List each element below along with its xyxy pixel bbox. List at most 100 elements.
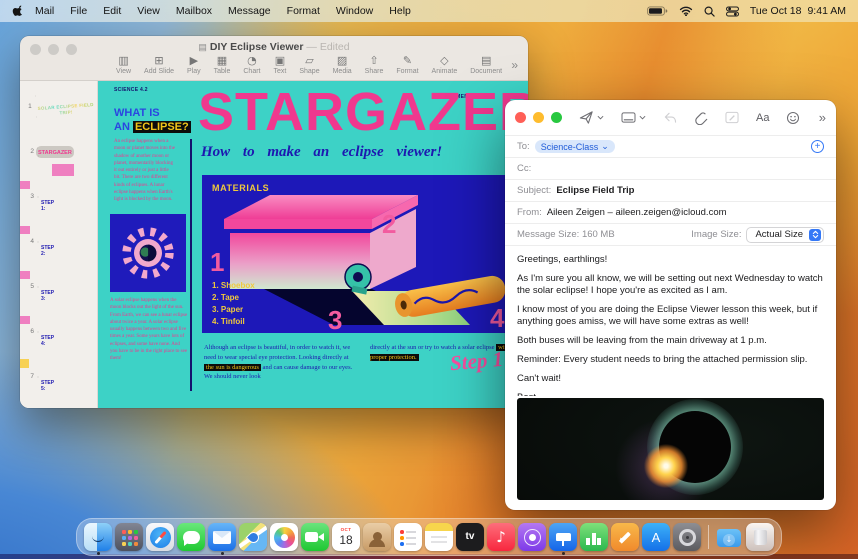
keynote-toolbar-button[interactable]: ◇ Animate <box>432 54 458 75</box>
dock-safari[interactable] <box>146 523 174 551</box>
materials-panel[interactable]: MATERIALS 1 2 3 4 1. Shoebox 2. Tape 3. … <box>202 175 524 333</box>
what-is-headline[interactable]: WHAT IS AN ECLIPSE? <box>114 107 191 135</box>
slide-thumbnail[interactable]: SOLAR ECLIPSE FIELD TRIP! <box>35 96 95 117</box>
dock-tv[interactable]: tv <box>456 523 484 551</box>
dock-photos[interactable] <box>270 523 298 551</box>
markup-button[interactable] <box>725 111 739 124</box>
keynote-toolbar-button[interactable]: ▶ Play <box>187 54 201 75</box>
add-recipient-button[interactable]: + <box>811 140 824 153</box>
menu-item[interactable]: Mailbox <box>176 5 212 17</box>
step-1-annotation[interactable]: Step 1 <box>449 347 504 377</box>
dock-reminders[interactable] <box>394 523 422 551</box>
header-fields-button[interactable] <box>621 111 646 124</box>
slide-title[interactable]: STARGAZER <box>198 85 528 139</box>
slide-thumbnail[interactable]: STARGAZER <box>38 147 72 156</box>
menu-item[interactable]: Help <box>389 5 411 17</box>
keynote-titlebar[interactable]: ▤ DIY Eclipse Viewer — Edited ▥ View ⊞ Ad… <box>20 36 528 81</box>
to-recipient-token[interactable]: Science-Class ⌄ <box>534 140 615 153</box>
materials-list-item: 3. Paper <box>212 305 244 314</box>
keynote-window[interactable]: ▤ DIY Eclipse Viewer — Edited ▥ View ⊞ Ad… <box>20 36 528 408</box>
eclipse-paragraph-2[interactable]: A solar eclipse happens when the moon bl… <box>110 297 188 362</box>
menu-clock[interactable]: Tue Oct 18 9:41 AM <box>750 5 846 17</box>
dock-calendar[interactable]: OCT 18 <box>332 523 360 551</box>
slide-canvas[interactable]: SCIENCE 4.2 EXPERIMENT #11 WHAT IS AN EC… <box>98 81 528 408</box>
dock-downloads[interactable] <box>715 523 743 551</box>
message-paragraph: As I'm sure you all know, we will be set… <box>517 272 823 296</box>
status-area: Tue Oct 18 9:41 AM <box>647 5 846 17</box>
dock-trash[interactable] <box>746 523 774 551</box>
toolbar-overflow-icon[interactable]: » <box>819 110 826 125</box>
from-field[interactable]: From: Aileen Zeigen – aileen.zeigen@iclo… <box>505 201 836 223</box>
reply-button[interactable] <box>663 111 677 124</box>
format-fonts-button[interactable]: Aa <box>756 112 769 124</box>
dock-keynote[interactable] <box>549 523 577 551</box>
dock-launchpad[interactable] <box>115 523 143 551</box>
keynote-toolbar-button[interactable]: ✎ Format <box>396 54 418 75</box>
dock-notes[interactable] <box>425 523 453 551</box>
keynote-toolbar-button[interactable]: ▱ Shape <box>299 54 319 75</box>
menu-item[interactable]: Window <box>336 5 373 17</box>
emoji-button[interactable] <box>786 111 800 125</box>
zoom-button[interactable] <box>551 112 562 123</box>
attach-button[interactable] <box>694 111 708 125</box>
dock-podcasts[interactable] <box>518 523 546 551</box>
slide-number: 2 <box>30 148 34 155</box>
keynote-toolbar-button[interactable]: ▥ View <box>116 54 131 75</box>
wifi-icon[interactable] <box>679 6 693 16</box>
keynote-toolbar-button[interactable]: ▨ Media <box>333 54 352 75</box>
keynote-toolbar-button[interactable]: ▣ Text <box>274 54 287 75</box>
mail-compose-window[interactable]: Aa » To: Science-Class ⌄ + Cc: Subject: E… <box>505 100 836 510</box>
dock-appstore[interactable]: A <box>642 523 670 551</box>
menu-item[interactable]: View <box>137 5 160 17</box>
dock-facetime[interactable] <box>301 523 329 551</box>
close-button[interactable] <box>515 112 526 123</box>
keynote-toolbar-button[interactable]: ⊞ Add Slide <box>144 54 174 75</box>
dock-messages[interactable] <box>177 523 205 551</box>
message-body[interactable]: Greetings, earthlings! As I'm sure you al… <box>505 245 836 396</box>
menu-item[interactable]: Format <box>287 5 320 17</box>
dock-settings[interactable] <box>673 523 701 551</box>
message-paragraph: Reminder: Every student needs to bring t… <box>517 353 808 365</box>
eclipse-highlight: ECLIPSE? <box>132 120 191 133</box>
message-paragraph: Can't wait! <box>517 372 562 384</box>
dock-numbers[interactable] <box>580 523 608 551</box>
dock-finder[interactable] <box>84 523 112 551</box>
sun-illustration[interactable] <box>110 214 186 292</box>
to-field[interactable]: To: Science-Class ⌄ + <box>505 135 836 157</box>
minimize-button[interactable] <box>533 112 544 123</box>
attachment-eclipse-photo[interactable] <box>517 398 824 500</box>
toolbar-overflow-icon[interactable]: » <box>511 58 518 72</box>
slide-thumbnail-row: 7 STEP 5: <box>20 354 97 399</box>
toolbar-icon: ✎ <box>402 54 413 67</box>
menu-item[interactable]: Edit <box>103 5 121 17</box>
menu-item[interactable]: Mail <box>35 5 54 17</box>
image-size-select[interactable]: Actual Size <box>746 226 824 243</box>
battery-icon[interactable] <box>647 6 668 16</box>
keynote-body: 1 SOLAR ECLIPSE FIELD TRIP! 2 STARGAZER <box>20 81 528 408</box>
dock-maps[interactable] <box>239 523 267 551</box>
apple-menu-icon[interactable] <box>12 3 23 19</box>
slide-subtitle[interactable]: How to make an eclipse viewer! <box>201 144 442 161</box>
dock-music[interactable] <box>487 523 515 551</box>
control-center-icon[interactable] <box>725 5 739 17</box>
dock-divider[interactable] <box>704 523 712 551</box>
dock-pages[interactable] <box>611 523 639 551</box>
menu-bar: Mail File Edit View Mailbox Message Format Wind… <box>0 0 858 22</box>
send-button[interactable] <box>579 110 604 125</box>
keynote-toolbar-button[interactable]: ▤ Document <box>470 54 502 75</box>
eclipse-paragraph-1[interactable]: An eclipse happens when a moon or planet… <box>114 138 176 203</box>
course-label[interactable]: SCIENCE 4.2 <box>114 87 148 93</box>
running-indicator <box>561 552 565 555</box>
subject-field[interactable]: Subject: Eclipse Field Trip <box>505 179 836 201</box>
keynote-toolbar-button[interactable]: ⇧ Share <box>365 54 384 75</box>
message-paragraph: Greetings, earthlings! <box>517 254 608 265</box>
menu-item[interactable]: Message <box>228 5 271 17</box>
cc-field[interactable]: Cc: <box>505 157 836 179</box>
dock-contacts[interactable] <box>363 523 391 551</box>
keynote-toolbar-button[interactable]: ▦ Table <box>214 54 231 75</box>
search-icon[interactable] <box>704 6 715 17</box>
keynote-toolbar-button[interactable]: ◔ Chart <box>243 54 260 75</box>
warning-text-left[interactable]: Although an eclipse is beautiful, in ord… <box>204 343 356 382</box>
dock-mail[interactable] <box>208 523 236 551</box>
menu-item[interactable]: File <box>70 5 87 17</box>
